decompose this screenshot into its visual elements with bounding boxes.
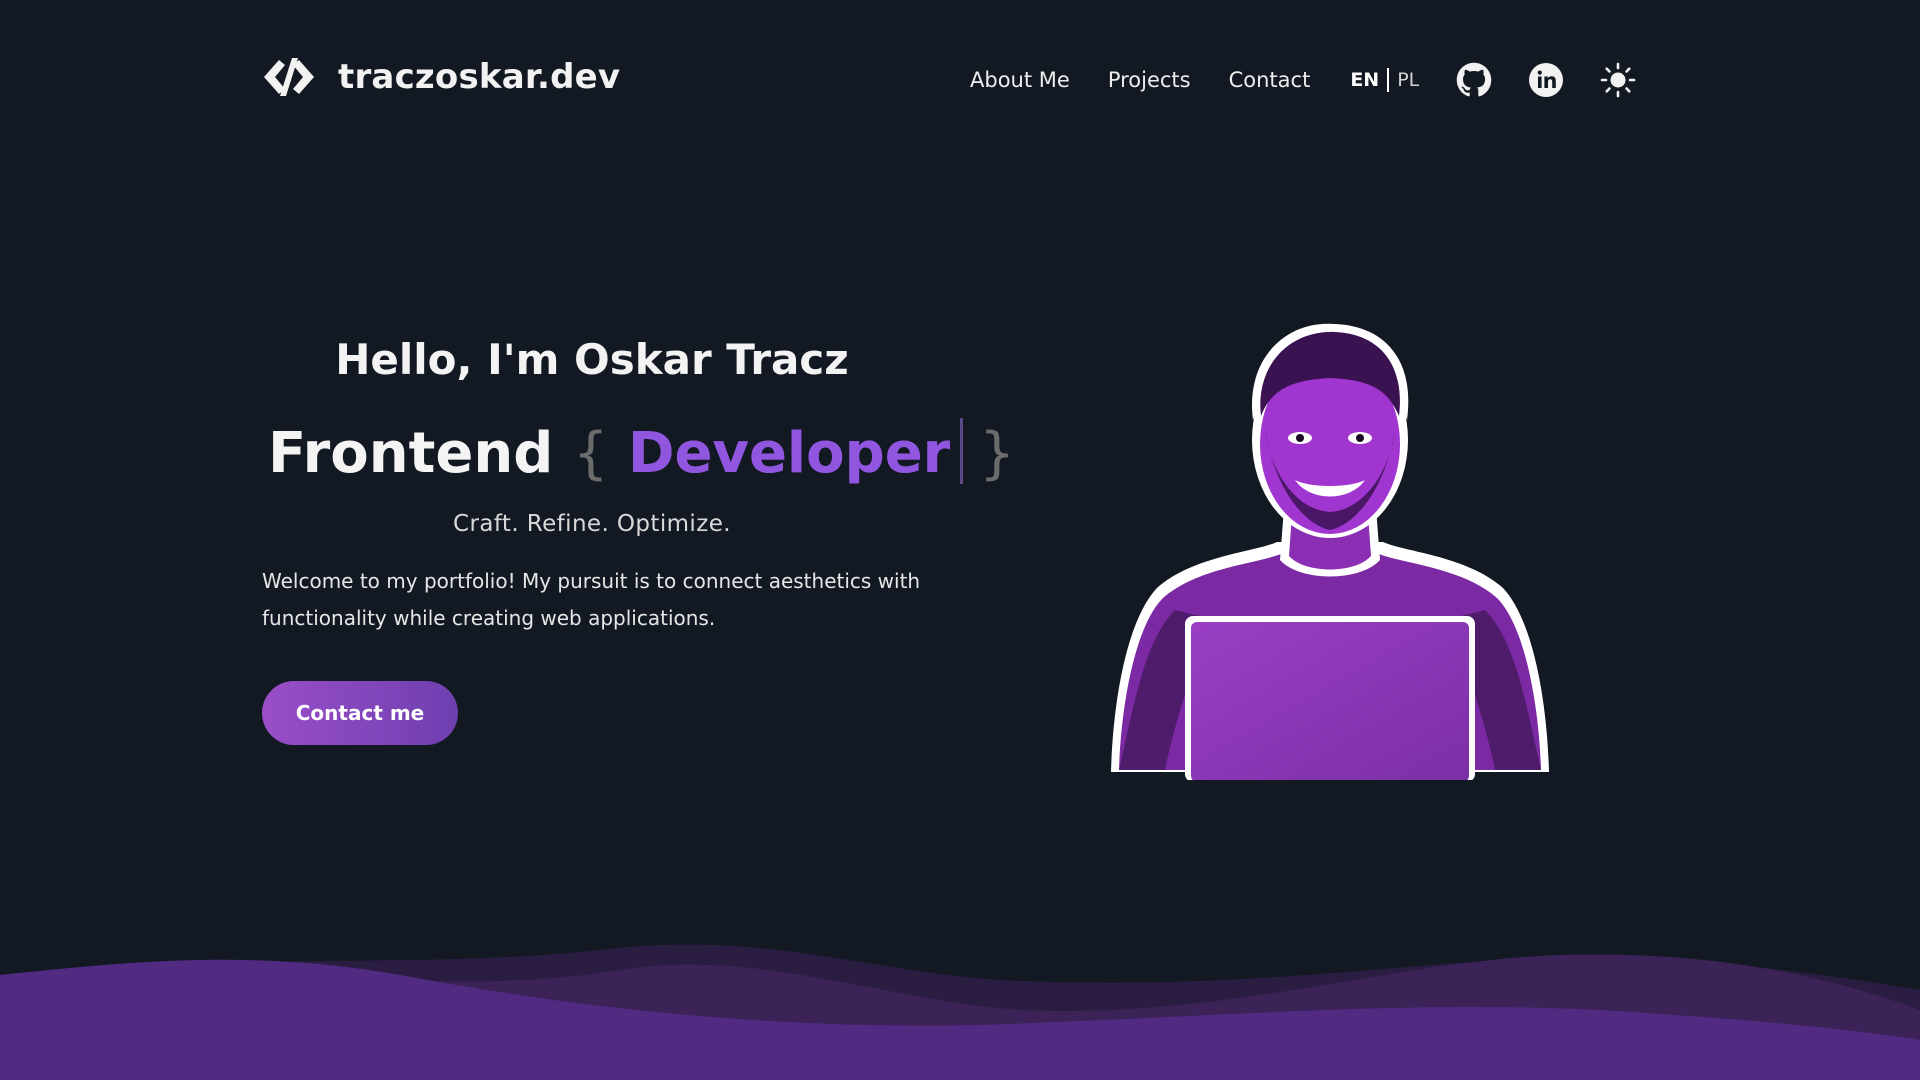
code-logo-icon — [264, 58, 314, 96]
nav-contact[interactable]: Contact — [1229, 68, 1311, 92]
intro-text: Welcome to my portfolio! My pursuit is t… — [262, 569, 921, 630]
language-pl[interactable]: PL — [1397, 69, 1419, 91]
tagline: Craft. Refine. Optimize. — [453, 511, 731, 537]
hero-section: Hello, I'm Oskar Tracz Frontend { Develo… — [262, 330, 1015, 745]
role-highlight: Developer — [627, 421, 951, 486]
role-title: Frontend { Developer} — [268, 418, 1015, 489]
site-header: traczoskar.dev About Me Projects Contact… — [0, 0, 1920, 160]
hero-name: Oskar Tracz — [573, 335, 849, 384]
typing-cursor — [960, 418, 964, 484]
greeting-prefix: Hello, I'm — [335, 335, 574, 384]
linkedin-icon — [1529, 63, 1564, 97]
sun-icon — [1600, 62, 1636, 98]
brace-close: } — [979, 421, 1015, 486]
portrait-illustration — [1111, 323, 1549, 780]
linkedin-link[interactable] — [1527, 61, 1565, 99]
language-divider — [1387, 68, 1390, 92]
site-logo[interactable]: traczoskar.dev — [262, 56, 620, 98]
decorative-waves — [0, 944, 1920, 1080]
contact-me-button[interactable]: Contact me — [262, 681, 458, 745]
site-name: traczoskar.dev — [338, 57, 621, 97]
language-en[interactable]: EN — [1350, 69, 1379, 91]
nav-projects[interactable]: Projects — [1108, 68, 1191, 92]
language-switcher: EN PL — [1350, 68, 1419, 92]
brace-open: { — [572, 421, 609, 486]
theme-toggle[interactable] — [1599, 61, 1637, 99]
github-link[interactable] — [1455, 61, 1493, 99]
role-main: Frontend — [268, 421, 554, 486]
nav-about-me[interactable]: About Me — [970, 68, 1070, 92]
greeting: Hello, I'm Oskar Tracz — [262, 330, 922, 390]
github-icon — [1457, 62, 1492, 97]
main-nav: About Me Projects Contact EN PL — [970, 60, 1671, 100]
